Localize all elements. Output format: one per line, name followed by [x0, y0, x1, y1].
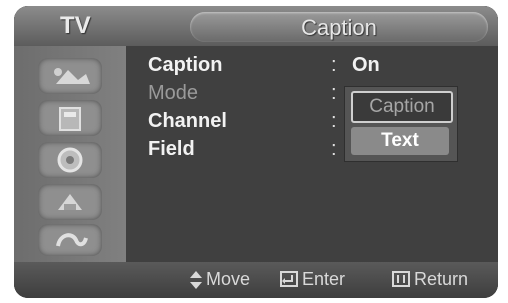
return-icon — [392, 271, 410, 287]
tv-osd-screen: TV Caption Caption: On Mode: Channel:… — [14, 6, 498, 298]
colon-separator: : — [331, 82, 337, 104]
page-title: Caption — [301, 15, 377, 40]
channel-icon[interactable] — [38, 142, 102, 178]
menu-item-mode[interactable]: Mode — [148, 82, 198, 105]
enter-hint: Enter — [280, 269, 380, 291]
setup-icon[interactable] — [38, 184, 102, 220]
top-bar: TV Caption — [14, 6, 498, 46]
dropdown-option-text[interactable]: Text — [351, 127, 449, 155]
menu-panel: Caption : On Mode : Channel : Field : Ca… — [126, 46, 498, 262]
menu-item-field[interactable]: Field — [148, 138, 195, 161]
mode-dropdown[interactable]: Caption Text — [344, 86, 458, 162]
move-hint: Move — [190, 269, 290, 291]
enter-label: Enter — [302, 269, 346, 289]
return-hint: Return — [392, 269, 498, 291]
sidebar — [14, 46, 126, 262]
move-label: Move — [206, 269, 251, 289]
input-icon[interactable] — [38, 224, 102, 256]
tv-label: TV — [60, 12, 91, 39]
updown-arrow-icon — [190, 271, 202, 289]
colon-separator: : — [331, 110, 337, 132]
title-pill: Caption — [190, 12, 488, 42]
dropdown-option-caption[interactable]: Caption — [351, 91, 453, 123]
picture-icon[interactable] — [38, 58, 102, 94]
enter-icon — [280, 271, 298, 287]
menu-item-channel[interactable]: Channel — [148, 110, 227, 133]
bottom-bar: Move Enter Return — [14, 262, 498, 298]
return-label: Return — [414, 269, 469, 289]
caption-value[interactable]: On — [352, 54, 380, 77]
sound-icon[interactable] — [38, 100, 102, 136]
colon-separator: : — [331, 138, 337, 160]
menu-item-caption[interactable]: Caption — [148, 54, 222, 77]
colon-separator: : — [331, 54, 337, 76]
